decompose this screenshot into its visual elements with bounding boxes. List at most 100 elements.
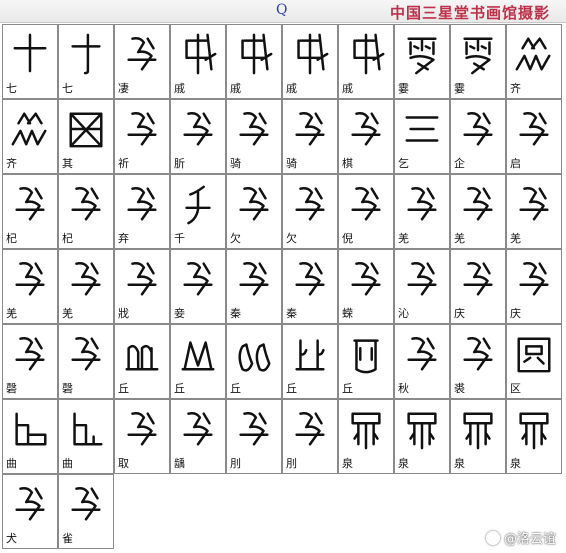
char-cell: 齐 bbox=[506, 24, 562, 99]
seal-script-glyph bbox=[11, 112, 47, 146]
char-label: 戚 bbox=[342, 81, 353, 95]
char-cell: 肵 bbox=[170, 99, 226, 174]
watermark-logo-icon bbox=[485, 530, 500, 545]
char-cell: 秦 bbox=[226, 249, 282, 324]
char-label: 棋 bbox=[342, 156, 353, 170]
char-cell: 戚 bbox=[282, 24, 338, 99]
seal-script-glyph bbox=[351, 112, 381, 146]
seal-script-glyph bbox=[69, 112, 103, 148]
seal-script-glyph bbox=[239, 112, 269, 146]
seal-script-glyph bbox=[295, 112, 325, 146]
seal-script-glyph bbox=[353, 33, 385, 75]
char-cell: 曲 bbox=[2, 399, 58, 474]
char-label: 蝾 bbox=[342, 306, 353, 320]
seal-script-glyph bbox=[239, 412, 269, 446]
seal-script-glyph bbox=[407, 187, 437, 221]
char-cell: 磬 bbox=[58, 324, 114, 399]
char-label: 区 bbox=[510, 381, 521, 395]
char-label: 磬 bbox=[62, 381, 73, 395]
char-label: 丘 bbox=[118, 381, 129, 395]
char-cell: 欠 bbox=[226, 174, 282, 249]
char-cell: 庆 bbox=[506, 249, 562, 324]
char-cell: 丘 bbox=[282, 324, 338, 399]
seal-script-glyph bbox=[515, 37, 551, 71]
seal-script-glyph bbox=[351, 262, 381, 296]
char-cell: 戕 bbox=[114, 249, 170, 324]
seal-script-glyph bbox=[127, 112, 157, 146]
char-cell: 蝾 bbox=[338, 249, 394, 324]
char-cell: 乞 bbox=[394, 99, 450, 174]
seal-script-glyph bbox=[295, 262, 325, 296]
char-label: 杞 bbox=[6, 231, 17, 245]
char-cell: 羌 bbox=[506, 174, 562, 249]
char-label: 企 bbox=[454, 156, 465, 170]
char-cell: 犬 bbox=[2, 474, 58, 549]
char-cell: 骑 bbox=[282, 99, 338, 174]
char-cell: 杞 bbox=[2, 174, 58, 249]
char-label: 霎 bbox=[454, 81, 465, 95]
char-cell: 沁 bbox=[394, 249, 450, 324]
seal-script-glyph bbox=[407, 412, 437, 450]
char-cell: 泉 bbox=[394, 399, 450, 474]
char-label: 泉 bbox=[510, 456, 521, 470]
char-cell: 杞 bbox=[58, 174, 114, 249]
seal-script-glyph bbox=[185, 33, 217, 75]
char-cell: 羌 bbox=[394, 174, 450, 249]
char-label: 刖 bbox=[286, 456, 297, 470]
seal-script-glyph bbox=[127, 187, 157, 221]
seal-script-glyph bbox=[239, 262, 269, 296]
char-label: 戚 bbox=[230, 81, 241, 95]
seal-script-glyph bbox=[295, 412, 325, 446]
seal-script-glyph bbox=[73, 412, 103, 446]
seal-script-glyph bbox=[463, 187, 493, 221]
seal-script-glyph bbox=[295, 339, 325, 371]
seal-script-glyph bbox=[297, 33, 329, 75]
char-label: 曲 bbox=[62, 456, 73, 470]
char-label: 凄 bbox=[118, 81, 129, 95]
char-cell: 秦 bbox=[282, 249, 338, 324]
watermark: @洛云谊 bbox=[485, 528, 556, 547]
seal-script-glyph bbox=[353, 339, 379, 374]
char-label: 曲 bbox=[6, 456, 17, 470]
seal-script-glyph bbox=[185, 185, 211, 225]
seal-script-glyph bbox=[519, 187, 549, 221]
char-cell: 企 bbox=[450, 99, 506, 174]
char-label: 其 bbox=[62, 156, 73, 170]
seal-script-glyph bbox=[407, 37, 437, 75]
char-cell: 其 bbox=[58, 99, 114, 174]
seal-script-glyph bbox=[15, 187, 45, 221]
char-label: 七 bbox=[62, 81, 73, 95]
char-label: 取 bbox=[118, 456, 129, 470]
char-cell: 霎 bbox=[450, 24, 506, 99]
seal-script-glyph bbox=[351, 187, 381, 221]
seal-script-glyph bbox=[463, 112, 493, 146]
char-label: 杞 bbox=[62, 231, 73, 245]
char-label: 沁 bbox=[398, 306, 409, 320]
char-cell: 弃 bbox=[114, 174, 170, 249]
char-label: 启 bbox=[510, 156, 521, 170]
seal-script-glyph bbox=[127, 262, 157, 296]
char-cell: 骑 bbox=[226, 99, 282, 174]
char-cell: 羌 bbox=[450, 174, 506, 249]
char-label: 秦 bbox=[230, 306, 241, 320]
char-label: 庆 bbox=[454, 306, 465, 320]
char-label: 龋 bbox=[174, 456, 185, 470]
seal-script-glyph bbox=[241, 33, 273, 75]
char-label: 丘 bbox=[286, 381, 297, 395]
seal-script-glyph bbox=[13, 33, 47, 73]
seal-script-glyph bbox=[71, 487, 101, 521]
char-cell: 秋 bbox=[394, 324, 450, 399]
watermark-text: @洛云谊 bbox=[503, 532, 556, 547]
seal-script-glyph bbox=[517, 337, 551, 373]
seal-script-glyph bbox=[463, 262, 493, 296]
char-cell: 丘 bbox=[170, 324, 226, 399]
char-label: 戕 bbox=[118, 306, 129, 320]
char-cell: 泉 bbox=[506, 399, 562, 474]
char-cell: 刖 bbox=[282, 399, 338, 474]
seal-script-glyph bbox=[15, 262, 45, 296]
char-cell: 七 bbox=[2, 24, 58, 99]
char-label: 骑 bbox=[230, 156, 241, 170]
char-label: 秦 bbox=[286, 306, 297, 320]
page-title: 中国三星堂书画馆摄影 bbox=[389, 4, 550, 22]
char-cell: 羌 bbox=[2, 249, 58, 324]
